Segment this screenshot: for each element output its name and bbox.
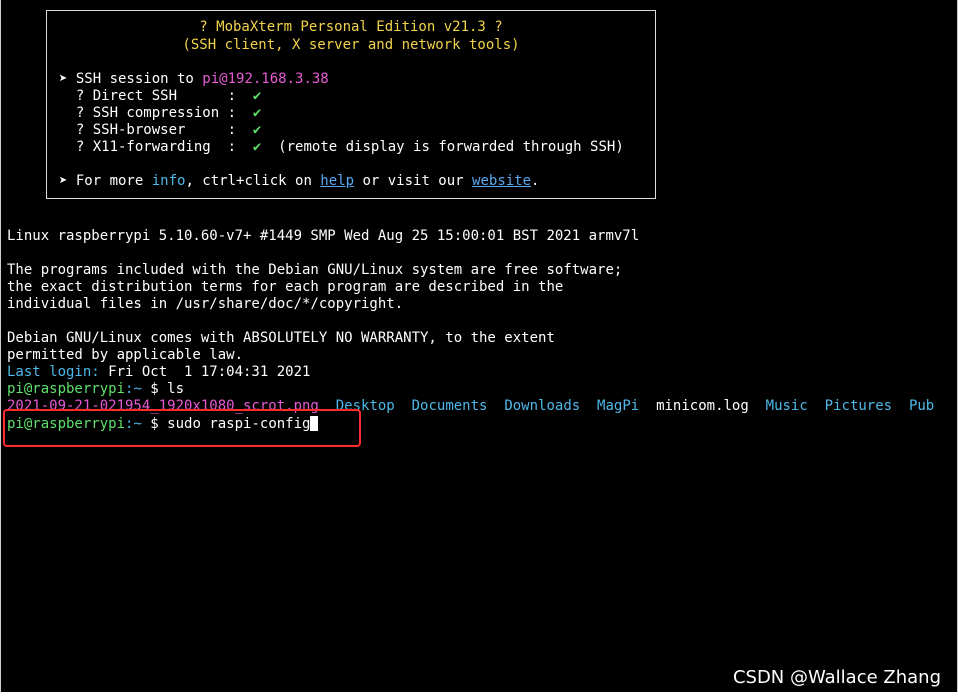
feature-direct-ssh: ? Direct SSH : ✔ xyxy=(59,88,262,104)
feature-ssh-compression: ? SSH compression : ✔ xyxy=(59,105,262,121)
ls-file-minicom[interactable]: minicom.log xyxy=(656,398,749,414)
feature-x11-forwarding: ? X11-forwarding : ✔ (remote display is … xyxy=(59,139,624,155)
ssh-session-line: ➤ SSH session to pi@192.168.3.38 xyxy=(59,71,329,87)
ls-dir-pub[interactable]: Pub xyxy=(909,398,934,414)
website-link[interactable]: website xyxy=(472,173,531,189)
warranty-line: Debian GNU/Linux comes with ABSOLUTELY N… xyxy=(7,330,555,346)
highlight-box xyxy=(3,409,361,447)
uname-line: Linux raspberrypi 5.10.60-v7+ #1449 SMP … xyxy=(7,228,640,244)
check-icon: ✔ xyxy=(252,122,262,138)
help-link[interactable]: help xyxy=(320,173,354,189)
check-icon: ✔ xyxy=(252,88,262,104)
info-link[interactable]: info xyxy=(152,173,186,189)
warranty-line: permitted by applicable law. xyxy=(7,347,244,363)
last-login-line: Last login: Fri Oct 1 17:04:31 2021 xyxy=(7,364,311,380)
terminal-window[interactable]: ? MobaXterm Personal Edition v21.3 ? (SS… xyxy=(0,0,958,692)
motd-line: individual files in /usr/share/doc/*/cop… xyxy=(7,296,404,312)
more-info-line: ➤ For more info, ctrl+click on help or v… xyxy=(59,173,540,189)
ls-dir-downloads[interactable]: Downloads xyxy=(504,398,580,414)
feature-ssh-browser: ? SSH-browser : ✔ xyxy=(59,122,262,138)
banner-title: ? MobaXterm Personal Edition v21.3 ? xyxy=(199,19,503,35)
motd-line: The programs included with the Debian GN… xyxy=(7,262,623,278)
check-icon: ✔ xyxy=(252,105,262,121)
motd-line: the exact distribution terms for each pr… xyxy=(7,279,564,295)
session-target: pi@192.168.3.38 xyxy=(202,71,329,87)
prompt-user: pi@raspberrypi xyxy=(7,381,126,397)
ls-dir-magpi[interactable]: MagPi xyxy=(597,398,639,414)
command-text: ls xyxy=(167,381,185,397)
ls-dir-music[interactable]: Music xyxy=(766,398,808,414)
ls-dir-pictures[interactable]: Pictures xyxy=(825,398,892,414)
welcome-banner: ? MobaXterm Personal Edition v21.3 ? (SS… xyxy=(46,10,656,199)
watermark: CSDN @Wallace Zhang xyxy=(732,667,941,688)
ls-dir-documents[interactable]: Documents xyxy=(412,398,488,414)
banner-subtitle: (SSH client, X server and network tools) xyxy=(182,37,520,53)
prompt-line-ls: pi@raspberrypi:~ $ ls xyxy=(7,381,185,397)
